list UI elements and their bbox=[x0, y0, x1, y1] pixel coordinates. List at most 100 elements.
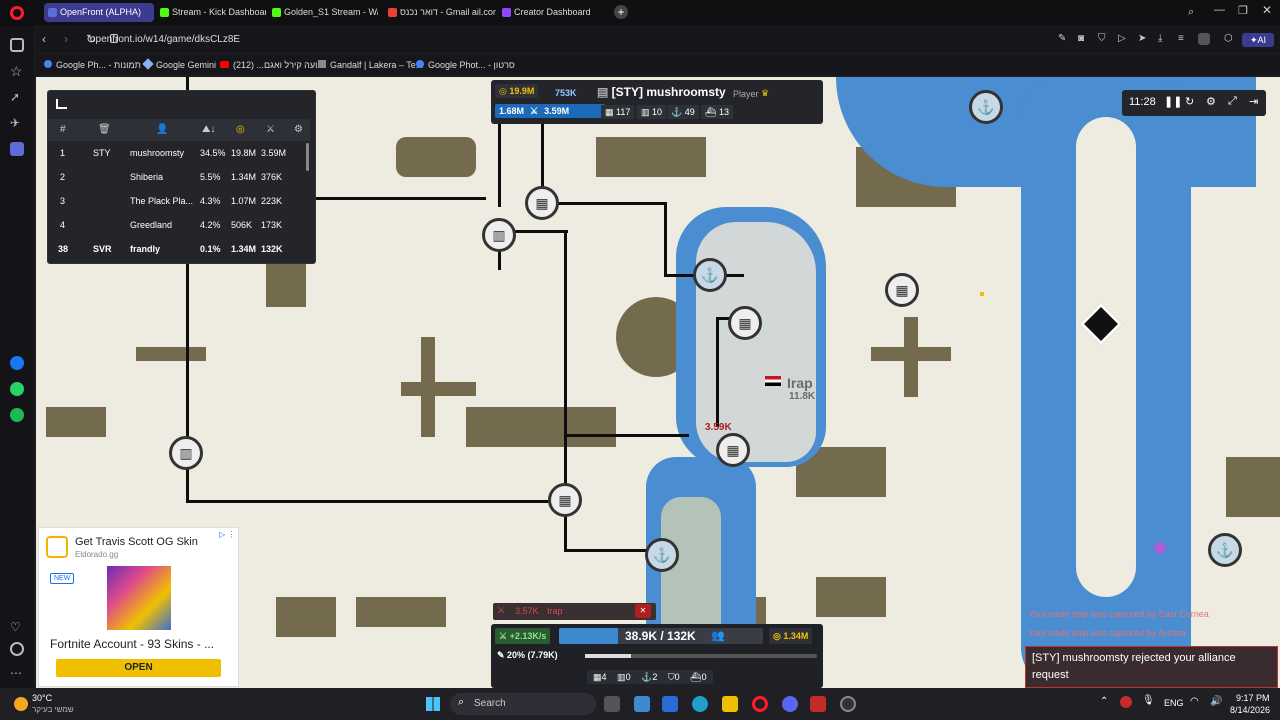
leaderboard-row[interactable]: 4 Greedland 4.2% 506K 173K bbox=[48, 213, 308, 237]
tray-app-icon[interactable] bbox=[1120, 696, 1132, 708]
taskbar-search[interactable]: ⌕ Search bbox=[450, 693, 596, 715]
flag-icon bbox=[765, 376, 781, 386]
shield-icon[interactable]: ⛉ bbox=[1098, 33, 1106, 44]
home-icon[interactable] bbox=[10, 38, 24, 52]
ai-icon[interactable]: ✦AI bbox=[1242, 33, 1274, 47]
gold-header-icon[interactable]: ◎ bbox=[236, 119, 245, 141]
obs-icon[interactable] bbox=[840, 696, 856, 712]
exit-icon[interactable]: ⇥ bbox=[1249, 95, 1258, 108]
bookmark-youtube[interactable]: נועה קירל ואגם... (212) bbox=[220, 58, 321, 72]
bookmark-google-photos-2[interactable]: Google Phot... - סרטון bbox=[416, 58, 515, 72]
attack-troops: 3.57K bbox=[515, 606, 539, 616]
history-icon[interactable] bbox=[10, 642, 24, 656]
microphone-icon[interactable]: 🎙 bbox=[1142, 695, 1155, 706]
leaderboard-row[interactable]: 2 Shiberia 5.5% 1.34M 376K bbox=[48, 165, 308, 189]
file-explorer-icon[interactable] bbox=[722, 696, 738, 712]
minimize-button[interactable]: — bbox=[1214, 4, 1225, 16]
port-anchor-icon[interactable]: ⚓ bbox=[1208, 533, 1242, 567]
camera-icon[interactable]: ◙ bbox=[1078, 33, 1084, 44]
leaderboard-scrollbar[interactable] bbox=[306, 143, 309, 171]
app-icon[interactable] bbox=[810, 696, 826, 712]
leaderboard-row[interactable]: 3 The Plack Pla... 4.3% 1.07M 223K bbox=[48, 189, 308, 213]
restart-icon[interactable]: ↻ bbox=[1185, 95, 1194, 108]
wifi-icon[interactable]: ◠ bbox=[1190, 696, 1199, 707]
photos-icon[interactable] bbox=[634, 696, 650, 712]
clock-date[interactable]: 8/14/2026 bbox=[1230, 705, 1270, 715]
send-icon[interactable]: ➤ bbox=[1138, 33, 1146, 44]
close-button[interactable]: ✕ bbox=[1262, 3, 1272, 17]
download-icon[interactable]: ⤓ bbox=[1158, 33, 1162, 44]
ad-open-button[interactable]: OPEN bbox=[56, 659, 221, 677]
edge-icon[interactable] bbox=[692, 696, 708, 712]
messenger-icon[interactable] bbox=[10, 356, 24, 370]
bookmark-gemini[interactable]: Google Gemini bbox=[142, 58, 216, 72]
store-icon[interactable] bbox=[662, 696, 678, 712]
star-icon[interactable]: ☆ bbox=[10, 64, 24, 78]
port-anchor-icon[interactable]: ⚓ bbox=[969, 90, 1003, 124]
spotify-icon[interactable] bbox=[10, 408, 24, 422]
whatsapp-icon[interactable] bbox=[10, 382, 24, 396]
territory-sort-icon[interactable]: ⛰↓ bbox=[202, 119, 215, 141]
plane-icon[interactable]: ✈ bbox=[10, 116, 24, 130]
advertisement[interactable]: Get Travis Scott OG Skin Eldorado.gg ▷ ⋮… bbox=[38, 527, 239, 687]
extensions-icon[interactable]: ⬡ bbox=[1224, 33, 1233, 44]
task-view-icon[interactable] bbox=[604, 696, 620, 712]
edit-icon[interactable]: ✎ bbox=[1058, 33, 1066, 44]
tab-gmail[interactable]: דואר נכנס - Gmail ail.com bbox=[384, 3, 496, 22]
factory-building-icon[interactable]: ▥ bbox=[482, 218, 516, 252]
rocket-icon[interactable]: ➚ bbox=[10, 90, 24, 104]
maximize-button[interactable]: ❐ bbox=[1238, 4, 1248, 17]
tray-chevron-icon[interactable]: ⌃ bbox=[1100, 696, 1108, 707]
attack-icon: ⚔ bbox=[497, 605, 506, 615]
heart-icon[interactable]: ♡ bbox=[10, 620, 24, 634]
tab-golden-stream[interactable]: Golden_S1 Stream - Watc bbox=[268, 3, 378, 22]
port-anchor-icon[interactable]: ⚓ bbox=[645, 538, 679, 572]
leaderboard-row[interactable]: 1 STY mushroomsty 34.5% 19.8M 3.59M bbox=[48, 141, 308, 165]
search-tabs-icon[interactable]: ⌕ bbox=[1188, 6, 1194, 19]
forward-icon[interactable]: › bbox=[64, 32, 68, 46]
language-indicator[interactable]: ENG bbox=[1164, 698, 1184, 708]
cancel-attack-icon[interactable]: ✕ bbox=[635, 604, 651, 618]
city-building-icon[interactable]: ▦ bbox=[716, 433, 750, 467]
settings-icon[interactable]: ⚙ bbox=[294, 119, 303, 141]
url-field[interactable]: openfront.io/w14/game/dksCLz8E bbox=[90, 31, 1050, 49]
city-building-icon[interactable]: ▦ bbox=[728, 306, 762, 340]
factory-building-icon[interactable]: ▥ bbox=[169, 436, 203, 470]
city-building-icon[interactable]: ▦ bbox=[548, 483, 582, 517]
player-header-icon[interactable]: 👤 bbox=[156, 119, 168, 141]
menu-icon[interactable]: ≡ bbox=[1178, 33, 1184, 44]
troops-header-icon[interactable]: ⚔ bbox=[266, 119, 275, 141]
fullscreen-icon[interactable]: ⤢ bbox=[1228, 95, 1237, 108]
city-building-icon[interactable]: ▦ bbox=[525, 186, 559, 220]
more-icon[interactable]: ⋯ bbox=[10, 666, 24, 680]
port-anchor-icon[interactable]: ⚓ bbox=[693, 258, 727, 292]
bookmark-gandalf[interactable]: Gandalf | Lakera – Te... bbox=[318, 58, 423, 72]
kick-favicon-icon bbox=[160, 8, 169, 17]
tab-kick-dashboard[interactable]: Stream - Kick Dashboard bbox=[156, 3, 266, 22]
windows-start-icon[interactable] bbox=[426, 697, 440, 711]
bookmark-google-photos[interactable]: Google Ph... - תמונות bbox=[44, 58, 141, 72]
attack-ratio-slider[interactable] bbox=[585, 654, 817, 658]
leaderboard-row-self[interactable]: 38 SVR frandly 0.1% 1.34M 132K bbox=[48, 237, 308, 261]
profile-icon[interactable] bbox=[1198, 33, 1210, 45]
volume-icon[interactable]: 🔊 bbox=[1210, 696, 1222, 707]
tab-creator-dashboard[interactable]: Creator Dashboard bbox=[498, 3, 608, 22]
city-building-icon[interactable]: ▦ bbox=[885, 273, 919, 307]
ad-choices-icon[interactable]: ▷ ⋮ bbox=[219, 530, 235, 539]
tab-openfront[interactable]: OpenFront (ALPHA) bbox=[44, 3, 154, 22]
pause-icon[interactable]: ❚❚ bbox=[1164, 95, 1182, 108]
play-icon[interactable]: ▷ bbox=[1118, 33, 1126, 44]
opera-logo-icon[interactable] bbox=[10, 6, 24, 20]
new-tab-button[interactable]: + bbox=[614, 5, 628, 19]
settings-icon[interactable]: ⚙ bbox=[1206, 95, 1216, 108]
notes-icon[interactable] bbox=[10, 142, 24, 156]
leaderboard-toggle-icon[interactable] bbox=[56, 99, 67, 109]
gemini-icon bbox=[142, 58, 154, 70]
back-icon[interactable]: ‹ bbox=[42, 32, 46, 46]
clock-time[interactable]: 9:17 PM bbox=[1236, 693, 1270, 703]
discord-icon[interactable] bbox=[782, 696, 798, 712]
twitch-favicon-icon bbox=[502, 8, 511, 17]
trash-icon[interactable]: 🗑 bbox=[98, 119, 111, 141]
attack-status[interactable]: ⚔ 3.57K Irap ✕ bbox=[493, 603, 656, 620]
opera-icon[interactable] bbox=[752, 696, 768, 712]
